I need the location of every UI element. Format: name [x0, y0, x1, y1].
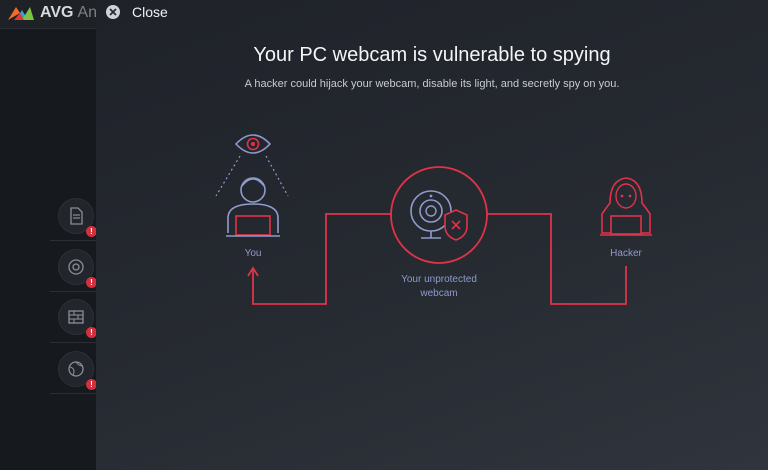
- close-label[interactable]: Close: [132, 4, 168, 20]
- close-button[interactable]: Close: [106, 3, 168, 21]
- spying-diagram: [215, 134, 652, 305]
- user-icon: [226, 177, 280, 237]
- webcam-label-line2: webcam: [420, 288, 458, 299]
- webcam-label-line1: Your unprotected: [401, 274, 477, 285]
- eye-icon: [234, 134, 272, 154]
- hacker-icon: [600, 177, 652, 236]
- close-icon[interactable]: [106, 5, 120, 19]
- shield-x-icon: [444, 209, 468, 241]
- hacker-to-webcam-line: [486, 213, 627, 305]
- hacker-label: Hacker: [610, 248, 642, 259]
- sight-lines: [215, 155, 289, 197]
- you-label: You: [244, 248, 262, 259]
- webcam-icon: [390, 166, 488, 264]
- webcam-to-you-line: [252, 213, 391, 305]
